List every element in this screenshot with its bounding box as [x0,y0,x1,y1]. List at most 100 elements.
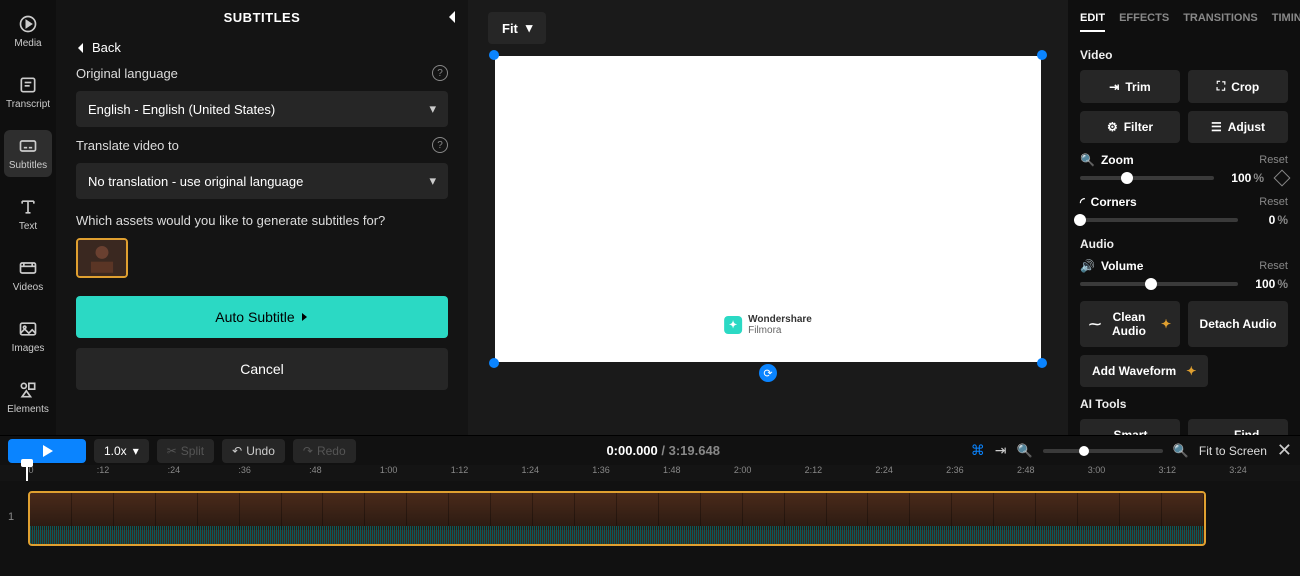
video-clip[interactable] [28,491,1206,546]
corners-slider[interactable] [1080,218,1238,222]
sidebar-item-images[interactable]: Images [4,313,52,360]
help-icon[interactable]: ? [432,137,448,153]
cancel-label: Cancel [240,361,284,377]
zoom-slider[interactable] [1080,176,1214,180]
detach-audio-button[interactable]: Detach Audio [1188,301,1288,347]
tab-timing[interactable]: TIMING [1272,12,1300,32]
right-tabs: EDIT EFFECTS TRANSITIONS TIMING [1080,0,1288,38]
play-button[interactable] [8,439,86,463]
keyframe-icon[interactable] [1274,170,1291,187]
redo-icon: ↷ [303,444,313,458]
trim-button[interactable]: ⇥Trim [1080,70,1180,103]
filter-button[interactable]: ⚙Filter [1080,111,1180,143]
corners-label: ◜Corners [1080,195,1137,209]
volume-slider[interactable] [1080,282,1238,286]
sidebar-item-media[interactable]: Media [4,8,52,55]
audio-section-label: Audio [1080,237,1288,251]
watermark-product: Filmora [748,325,812,336]
tab-edit[interactable]: EDIT [1080,12,1105,32]
ruler-tick: 3:00 [1088,465,1159,481]
auto-subtitle-button[interactable]: Auto Subtitle [76,296,448,338]
resize-handle[interactable] [1037,50,1047,60]
adjust-button[interactable]: ☰Adjust [1188,111,1288,143]
tab-effects[interactable]: EFFECTS [1119,12,1169,32]
split-button[interactable]: ✂Split [157,439,214,463]
text-icon [18,197,38,217]
elements-icon [18,380,38,400]
panel-collapse-icon[interactable] [446,9,458,25]
sidebar-item-elements[interactable]: Elements [4,374,52,421]
time-ruler[interactable]: :0 :12 :24 :36 :48 1:00 1:12 1:24 1:36 1… [0,465,1300,481]
smart-cut-button[interactable]: ⚡Smart Cut✦ [1080,419,1180,435]
timecode-display: 0:00.000 / 3:19.648 [606,443,720,458]
skip-icon[interactable]: ⇥ [995,442,1007,459]
fit-dropdown[interactable]: Fit ▾ [488,12,546,44]
trim-icon: ⇥ [1109,80,1119,94]
clean-audio-button[interactable]: ⁓Clean Audio✦ [1080,301,1180,347]
canvas-wrapper[interactable]: ✦ Wondershare Filmora ⟳ [495,56,1041,362]
refresh-icon[interactable]: ⟳ [759,364,777,382]
tab-transitions[interactable]: TRANSITIONS [1183,12,1258,32]
asset-thumbnail[interactable] [76,238,128,278]
sidebar-item-label: Media [14,38,41,49]
wave-icon: ⁓ [1089,317,1101,331]
subtitles-icon [18,136,38,156]
sidebar-item-subtitles[interactable]: Subtitles [4,130,52,177]
sidebar-item-label: Text [19,221,37,232]
sidebar-item-label: Transcript [6,99,50,110]
crop-icon: ⛶ [1217,79,1225,94]
timeline-controls: 1.0x▾ ✂Split ↶Undo ↷Redo 0:00.000 / 3:19… [0,435,1300,465]
translate-label: Translate video to [76,138,179,153]
left-sidebar: Media Transcript Subtitles Text Videos I… [0,0,56,435]
redo-button[interactable]: ↷Redo [293,439,356,463]
speed-dropdown[interactable]: 1.0x▾ [94,439,149,463]
playhead[interactable] [26,465,28,481]
resize-handle[interactable] [1037,358,1047,368]
original-language-dropdown[interactable]: English - English (United States) ▾ [76,91,448,127]
magnet-icon[interactable]: ⌘ [971,442,985,459]
ruler-tick: 1:24 [521,465,592,481]
ruler-tick: 1:12 [451,465,522,481]
ai-section-label: AI Tools [1080,397,1288,411]
zoom-out-icon[interactable]: 🔍 [1017,443,1033,459]
volume-reset[interactable]: Reset [1259,260,1288,272]
timeline-zoom-slider[interactable] [1043,449,1163,453]
help-icon[interactable]: ? [432,65,448,81]
cancel-button[interactable]: Cancel [76,348,448,390]
ruler-tick: 2:36 [946,465,1017,481]
translate-dropdown[interactable]: No translation - use original language ▾ [76,163,448,199]
crop-button[interactable]: ⛶Crop [1188,70,1288,103]
sidebar-item-text[interactable]: Text [4,191,52,238]
duration: 3:19.648 [669,443,720,458]
zoom-in-icon[interactable]: 🔍 [1173,443,1189,459]
resize-handle[interactable] [489,50,499,60]
adjust-icon: ☰ [1211,120,1222,134]
preview-canvas[interactable]: ✦ Wondershare Filmora [495,56,1041,362]
zoom-reset[interactable]: Reset [1259,154,1288,166]
clip-lane[interactable] [24,491,1300,546]
find-scenes-button[interactable]: ▭Find Scenes [1188,419,1288,435]
preview-area: Fit ▾ ✦ Wondershare Filmora [468,0,1068,435]
images-icon [18,319,38,339]
ruler-tick: 2:00 [734,465,805,481]
sidebar-item-transcript[interactable]: Transcript [4,69,52,116]
ruler-tick: 1:00 [380,465,451,481]
ruler-tick: 2:48 [1017,465,1088,481]
corners-reset[interactable]: Reset [1259,196,1288,208]
resize-handle[interactable] [489,358,499,368]
ruler-tick: :12 [97,465,168,481]
fit-screen-button[interactable]: Fit to Screen [1199,444,1267,458]
sidebar-item-videos[interactable]: Videos [4,252,52,299]
chevron-left-icon [76,42,86,54]
volume-value: 100 [1255,277,1275,291]
chevron-down-icon: ▾ [526,20,533,36]
waveform [30,526,1204,544]
watermark: ✦ Wondershare Filmora [724,314,812,336]
close-icon[interactable]: ✕ [1277,440,1292,461]
orig-lang-value: English - English (United States) [88,102,275,117]
add-waveform-button[interactable]: Add Waveform✦ [1080,355,1208,387]
back-button[interactable]: Back [56,34,468,61]
ruler-tick: 2:24 [875,465,946,481]
sidebar-item-label: Images [12,343,45,354]
undo-button[interactable]: ↶Undo [222,439,285,463]
